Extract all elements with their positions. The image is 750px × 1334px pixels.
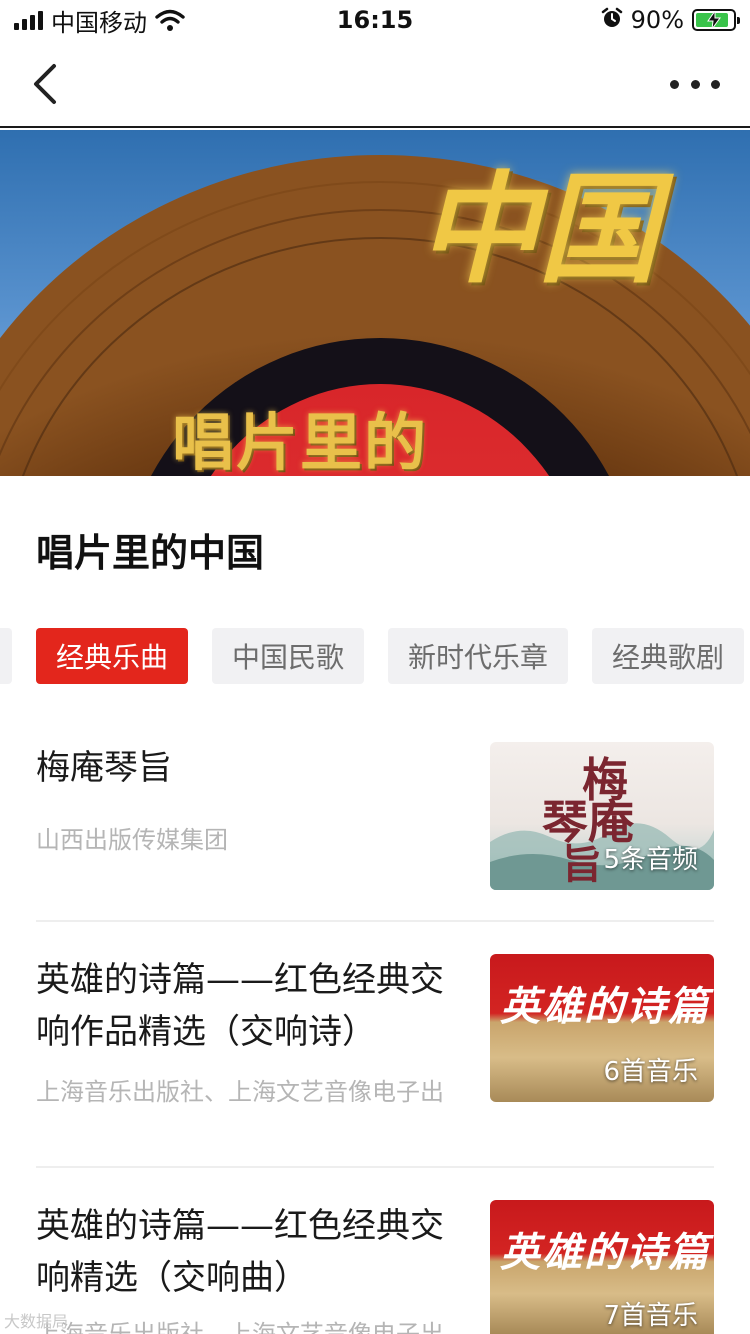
more-button[interactable] (670, 70, 720, 98)
battery-icon (692, 9, 740, 31)
item-publisher: 上海音乐出版社、上海文艺音像电子出 (36, 1320, 444, 1334)
back-button[interactable] (26, 62, 66, 106)
tab-previous-partial[interactable] (0, 628, 12, 684)
item-title: 英雄的诗篇——红色经典交响精选（交响曲） (36, 1206, 444, 1298)
item-title: 梅庵琴旨 (36, 748, 172, 788)
item-cover: 梅 琴庵 旨 5条音频 (490, 742, 714, 890)
list-item[interactable]: 梅庵琴旨 山西出版传媒集团 梅 琴庵 旨 5条音频 (36, 742, 714, 890)
status-right: 90% (601, 6, 740, 34)
cover-text: 旨 (562, 841, 602, 888)
tab-new-era[interactable]: 新时代乐章 (388, 628, 568, 684)
banner-title-big: 中国 (418, 159, 658, 300)
tab-classic-music[interactable]: 经典乐曲 (36, 628, 188, 684)
item-title: 英雄的诗篇——红色经典交响作品精选（交响诗） (36, 960, 444, 1052)
page-title: 唱片里的中国 (36, 530, 265, 575)
item-count: 5条音频 (603, 845, 698, 875)
banner-title-small: 唱片里的 (172, 406, 429, 476)
list-item[interactable]: 英雄的诗篇——红色经典交响精选（交响曲） 上海音乐出版社、上海文艺音像电子出 英… (36, 1200, 714, 1334)
cover-text: 英雄的诗篇 (500, 1229, 710, 1276)
divider (36, 1166, 714, 1168)
hero-banner: 唱片里的 中国 (0, 130, 750, 476)
nav-bar (0, 40, 750, 128)
more-dots-icon (670, 79, 679, 89)
tab-folk-songs[interactable]: 中国民歌 (212, 628, 364, 684)
item-cover: 英雄的诗篇 7首音乐 (490, 1200, 714, 1334)
battery-percent: 90% (630, 6, 684, 34)
list-item[interactable]: 英雄的诗篇——红色经典交响作品精选（交响诗） 上海音乐出版社、上海文艺音像电子出… (36, 954, 714, 1106)
status-bar: 中国移动 16:15 90% (0, 0, 750, 40)
item-publisher: 山西出版传媒集团 (36, 826, 228, 854)
item-count: 7首音乐 (603, 1301, 698, 1331)
item-count: 6首音乐 (603, 1057, 698, 1087)
chevron-left-icon (34, 64, 56, 104)
charging-bolt-icon (707, 11, 721, 29)
divider (36, 920, 714, 922)
item-cover: 英雄的诗篇 6首音乐 (490, 954, 714, 1102)
item-publisher: 上海音乐出版社、上海文艺音像电子出 (36, 1078, 444, 1106)
cover-text: 英雄的诗篇 (500, 983, 710, 1030)
category-tabs: 经典乐曲 中国民歌 新时代乐章 经典歌剧 (0, 628, 750, 684)
alarm-icon (601, 7, 623, 33)
watermark: 大数据局 (4, 1312, 69, 1331)
tab-classic-opera[interactable]: 经典歌剧 (592, 628, 744, 684)
